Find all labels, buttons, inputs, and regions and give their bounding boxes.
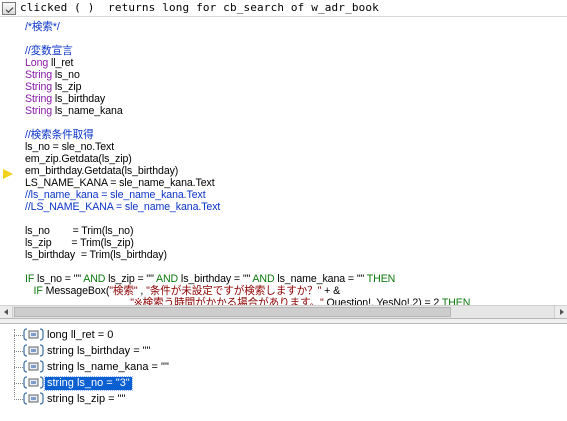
tree-branch xyxy=(14,367,23,368)
tree-branch xyxy=(14,383,23,384)
scroll-left-button[interactable] xyxy=(0,306,13,318)
script-window-icon xyxy=(2,2,16,15)
scroll-right-button[interactable] xyxy=(554,306,567,318)
code-line: IF MessageBox("検索" , "条件が未設定ですが検索しますか？" … xyxy=(25,285,567,297)
code-token: ls_birthday = Trim(ls_birthday) xyxy=(25,249,167,261)
code-token: ls_birthday xyxy=(52,93,106,105)
code-token: ls_no = "" xyxy=(34,273,84,285)
code-line: ls_no = Trim(ls_no) xyxy=(25,225,567,237)
code-token: , xyxy=(137,285,147,297)
code-line: String ls_birthday xyxy=(25,93,567,105)
code-line: //ls_name_kana = sle_name_kana.Text xyxy=(25,189,567,201)
code-token: //ls_name_kana = sle_name_kana.Text xyxy=(25,189,206,201)
code-line: Long ll_ret xyxy=(25,57,567,69)
code-line: "※検索う時間がかかる場合があります。" Question!, YesNo!,2… xyxy=(25,297,567,305)
code-token: AND xyxy=(83,273,106,285)
tree-branch xyxy=(14,335,23,336)
horizontal-scrollbar[interactable] xyxy=(0,305,567,318)
variable-label: long ll_ret = 0 xyxy=(47,329,114,341)
code-token: //LS_NAME_KANA = sle_name_kana.Text xyxy=(25,201,221,213)
variable-item[interactable]: long ll_ret = 0 xyxy=(14,327,314,343)
code-token: //変数宣言 xyxy=(25,45,73,57)
code-token: Long xyxy=(25,57,49,69)
code-token: em_birthday.Getdata(ls_birthday) xyxy=(25,165,179,177)
code-token: //検索条件取得 xyxy=(25,129,94,141)
variable-icon xyxy=(23,328,44,341)
variable-label: string ls_name_kana = "" xyxy=(47,361,169,373)
code-token: String xyxy=(25,105,53,117)
code-line: //LS_NAME_KANA = sle_name_kana.Text xyxy=(25,201,567,213)
variable-icon xyxy=(23,376,44,389)
code-token: AND xyxy=(156,273,179,285)
code-line: ls_no = sle_no.Text xyxy=(25,141,567,153)
variable-label: string ls_birthday = "" xyxy=(47,345,151,357)
code-token: "条件が未設定ですが検索しますか？" xyxy=(146,285,322,297)
code-line: String ls_zip xyxy=(25,81,567,93)
code-token: THEN xyxy=(441,297,471,305)
tree-branch xyxy=(14,351,23,352)
code-token: "※検索う時間がかかる場合があります。" xyxy=(130,297,324,305)
variable-item[interactable]: string ls_no = "3" xyxy=(14,375,314,391)
variable-label: string ls_no = "3" xyxy=(44,376,133,391)
code-line: /*検索*/ xyxy=(25,21,567,33)
code-token: ls_birthday = "" xyxy=(178,273,253,285)
code-line: IF ls_no = "" AND ls_zip = "" AND ls_bir… xyxy=(25,273,567,285)
code-token: THEN xyxy=(366,273,396,285)
code-token: String xyxy=(25,93,53,105)
variable-label: string ls_zip = "" xyxy=(47,393,126,405)
code-token: IF xyxy=(25,273,35,285)
variable-item[interactable]: string ls_zip = "" xyxy=(14,391,314,407)
code-token: AND xyxy=(252,273,275,285)
variable-item[interactable]: string ls_birthday = "" xyxy=(14,343,314,359)
code-token: MessageBox( xyxy=(42,285,110,297)
code-line: //検索条件取得 xyxy=(25,129,567,141)
tree-branch xyxy=(14,399,23,400)
code-token: ls_zip = "" xyxy=(105,273,157,285)
code-token: ls_zip = Trim(ls_zip) xyxy=(25,237,134,249)
code-line: em_birthday.Getdata(ls_birthday) xyxy=(25,165,567,177)
script-title: clicked ( ) returns long for cb_search o… xyxy=(20,1,379,14)
code-line: ls_zip = Trim(ls_zip) xyxy=(25,237,567,249)
code-token: ls_zip xyxy=(52,81,82,93)
code-token: em_zip.Getdata(ls_zip) xyxy=(25,153,132,165)
code-line: //変数宣言 xyxy=(25,45,567,57)
scroll-thumb[interactable] xyxy=(14,307,451,317)
variable-icon xyxy=(23,344,44,357)
code-token: ls_no = sle_no.Text xyxy=(25,141,115,153)
code-token: Question!, YesNo!,2) = 2 xyxy=(323,297,442,305)
variable-item[interactable]: string ls_name_kana = "" xyxy=(14,359,314,375)
code-line: LS_NAME_KANA = sle_name_kana.Text xyxy=(25,177,567,189)
variables-panel: long ll_ret = 0 string ls_birthday = "" st… xyxy=(0,324,567,421)
code-line: String ls_name_kana xyxy=(25,105,567,117)
code-token: ls_name_kana = "" xyxy=(274,273,367,285)
code-line: em_zip.Getdata(ls_zip) xyxy=(25,153,567,165)
code-token: "検索" xyxy=(109,285,138,297)
code-token: ls_name_kana xyxy=(52,105,123,117)
script-title-bar: clicked ( ) returns long for cb_search o… xyxy=(0,0,567,17)
code-token: + & xyxy=(321,285,341,297)
code-area[interactable]: /*検索*///変数宣言 Long ll_ret String ls_no Strin… xyxy=(25,21,567,305)
code-token: IF xyxy=(33,285,43,297)
code-token: ls_no xyxy=(52,69,80,81)
code-token: String xyxy=(25,69,53,81)
variable-icon xyxy=(23,392,44,405)
code-token: ll_ret xyxy=(48,57,74,69)
code-token: ls_no = Trim(ls_no) xyxy=(25,225,134,237)
code-line: String ls_no xyxy=(25,69,567,81)
code-token: /*検索*/ xyxy=(25,21,60,33)
code-token: String xyxy=(25,81,53,93)
code-line: ls_birthday = Trim(ls_birthday) xyxy=(25,249,567,261)
code-token: LS_NAME_KANA = sle_name_kana.Text xyxy=(25,177,215,189)
variable-icon xyxy=(23,360,44,373)
script-editor[interactable]: clicked ( ) returns long for cb_search o… xyxy=(0,0,567,305)
